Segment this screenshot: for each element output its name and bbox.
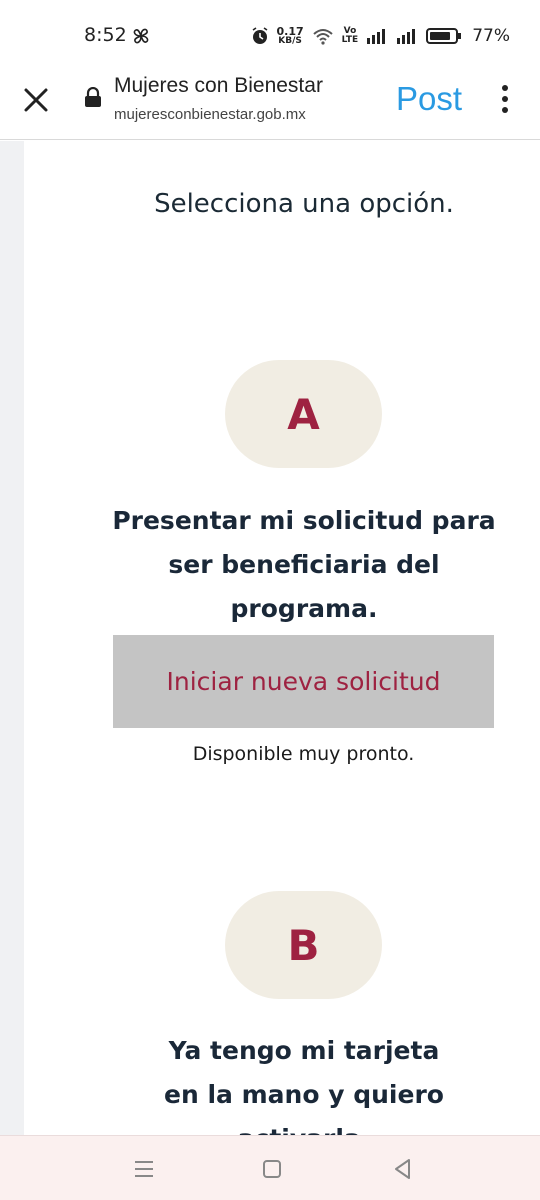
start-new-application-button[interactable]: Iniciar nueva solicitud [113,635,494,728]
site-title: Mujeres con Bienestar [114,74,323,97]
signal-icon-2 [397,29,416,44]
option-a-letter: A [287,389,320,439]
option-b-letter: B [287,920,320,970]
lock-icon [85,87,101,107]
back-icon[interactable] [388,1154,418,1184]
post-button[interactable]: Post [396,80,462,118]
close-icon[interactable] [20,84,52,116]
system-nav-bar [0,1135,540,1200]
option-b-badge: B [225,891,382,999]
battery-icon [426,28,462,44]
status-indicators: 0.17 KB/S Vo LTE 77% [251,22,510,50]
signal-icon-1 [367,29,386,44]
site-url[interactable]: mujeresconbienestar.gob.mx [114,106,306,123]
availability-note: Disponible muy pronto. [192,743,415,765]
recent-apps-icon[interactable] [129,1154,159,1184]
option-a-badge: A [225,360,382,468]
option-a-title: Presentar mi solicitud para ser benefici… [94,499,514,631]
wifi-icon [312,29,333,45]
status-bar: 8:52 0.17 KB/S Vo LTE 77% [0,0,540,70]
volte-bottom: LTE [341,35,359,45]
status-time: 8:52 [84,24,127,46]
volte-indicator: Vo LTE [342,27,359,45]
pinwheel-notification-icon [133,28,149,44]
battery-percent: 77% [472,26,510,46]
option-a-title-line: ser beneficiaria del [168,550,440,579]
option-a-title-line: Presentar mi solicitud para [112,506,496,535]
option-b-title-line: activarla. [94,1117,514,1135]
more-options-icon[interactable] [494,82,516,116]
option-a-title-line: programa. [230,594,378,623]
option-b-title: Ya tengo mi tarjeta en la mano y quiero … [94,1029,514,1135]
web-content: Selecciona una opción. A Presentar mi so… [24,141,540,1135]
browser-header: Mujeres con Bienestar mujeresconbienesta… [0,70,540,140]
network-speed: 0.17 KB/S [277,26,304,46]
page-heading: Selecciona una opción. [154,189,454,219]
alarm-icon [252,27,267,44]
page-left-rail [0,141,24,1135]
option-b-title-line: Ya tengo mi tarjeta [168,1036,440,1065]
option-b-title-line: en la mano y quiero [164,1080,444,1109]
network-speed-unit: KB/S [278,36,302,46]
home-icon[interactable] [257,1154,287,1184]
